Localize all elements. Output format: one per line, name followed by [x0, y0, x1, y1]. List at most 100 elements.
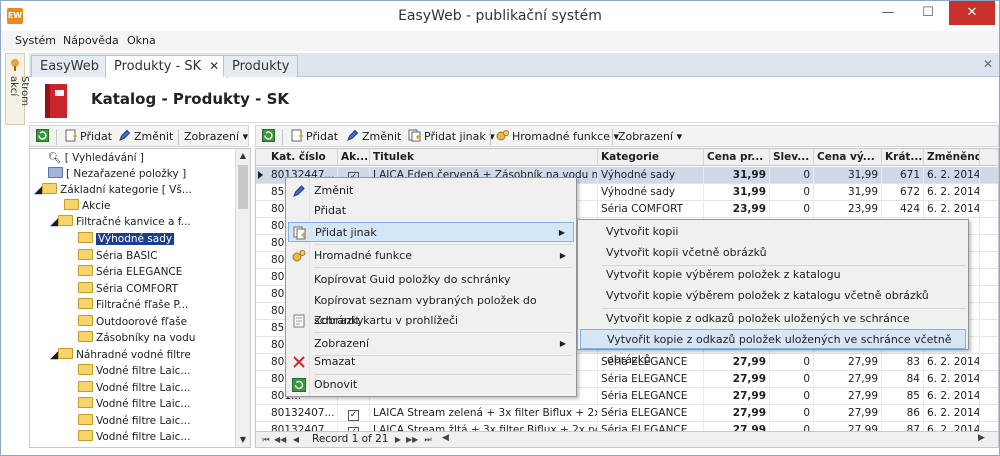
tree-item[interactable]: Séria COMFORT: [78, 281, 178, 297]
menu-item-bulk[interactable]: Hromadné funkce ▶: [288, 246, 574, 266]
last-page-icon[interactable]: ⏭: [422, 434, 434, 446]
scroll-thumb[interactable]: [238, 165, 248, 209]
tree-item[interactable]: Akcie: [64, 198, 110, 214]
table-cell: 27,99: [814, 405, 882, 422]
tab-produkty-sk[interactable]: Produkty - SK ✕: [105, 55, 229, 78]
tree-item[interactable]: Outdoorové fľaše: [78, 314, 187, 330]
tree-item[interactable]: Vodné filtre Laic...: [78, 380, 190, 396]
folder-icon: [78, 282, 93, 293]
close-icon[interactable]: ✕: [949, 1, 995, 25]
tab-produkty[interactable]: Produkty: [223, 55, 299, 77]
menu-item-add[interactable]: Přidat: [288, 201, 574, 221]
column-header[interactable]: Titulek: [370, 149, 598, 166]
tree-item-label: Vodné filtre Laic...: [96, 398, 191, 410]
add-other-submenu: Vytvořit kopii Vytvořit kopii včetně obr…: [577, 219, 969, 366]
submenu-item-label: Vytvořit kopii včetně obrázků: [606, 246, 767, 259]
grid-refresh-button[interactable]: [262, 129, 278, 145]
tree-item[interactable]: Filtračné fľaše P...: [78, 297, 188, 313]
column-header[interactable]: Změněno: [924, 149, 980, 166]
scroll-up-icon[interactable]: ▲: [236, 149, 250, 163]
grid-view-dropdown[interactable]: Zobrazení ▾: [618, 129, 682, 145]
table-row[interactable]: 80132407... ✓ LAICA Stream zelená + 3x fil…: [256, 405, 998, 422]
tree-item-search[interactable]: 🔍︎ [ Vyhledávání ]: [48, 150, 144, 166]
tree-edit-button[interactable]: Změnit: [118, 129, 173, 145]
menu-item-view[interactable]: Zobrazení ▶: [288, 334, 574, 354]
table-cell[interactable]: ✓: [338, 405, 370, 422]
first-page-icon[interactable]: ⏮: [260, 434, 272, 446]
menu-item-edit[interactable]: Změnit: [288, 181, 574, 201]
close-tab-icon[interactable]: ✕: [983, 57, 993, 71]
grid-add-button[interactable]: Přidat: [290, 129, 338, 145]
menu-item-copy-list[interactable]: Kopírovat seznam vybraných položek do sc…: [288, 291, 574, 327]
menu-item-refresh[interactable]: Obnovit: [288, 375, 574, 395]
tree-view-dropdown[interactable]: Zobrazení ▾: [184, 129, 248, 145]
tab-close-icon[interactable]: ✕: [209, 59, 219, 73]
tree-item[interactable]: ◢ Náhradné vodné filtre: [50, 347, 191, 363]
prev-page-icon[interactable]: ◀◀: [274, 434, 286, 446]
add-other-dropdown[interactable]: Přidat jinak ▾: [408, 129, 495, 145]
tree-item-label: [ Vyhledávání ]: [64, 152, 145, 164]
submenu-item-copy-images[interactable]: Vytvořit kopii včetně obrázků: [580, 243, 966, 263]
tree-item[interactable]: Vodné filtre Laic...: [78, 413, 190, 429]
category-tree: 🔍︎ [ Vyhledávání ] [ Nezařazené položky …: [29, 148, 251, 448]
column-header[interactable]: Ak...: [338, 149, 370, 166]
tree-add-button[interactable]: Přidat: [64, 129, 112, 145]
next-record-icon[interactable]: ▶: [392, 434, 404, 446]
tree-item-selected[interactable]: Výhodné sady: [78, 231, 175, 247]
table-cell: 27,99: [704, 354, 770, 371]
next-page-icon[interactable]: ▶▶: [406, 434, 418, 446]
tree-item[interactable]: Séria ELEGANCE: [78, 264, 182, 280]
folder-icon: [78, 414, 93, 425]
column-header[interactable]: Cena pr...: [704, 149, 770, 166]
tree-item[interactable]: Vodné filtre Laic...: [78, 396, 190, 412]
tree-item[interactable]: ◢ Filtračné kanvice a f...: [50, 214, 191, 230]
tree-item[interactable]: Vodné filtre Laic...: [78, 363, 190, 379]
collapse-icon: ◢: [50, 216, 59, 228]
menu-item-add-other[interactable]: Přidat jinak ▶: [288, 222, 574, 242]
refresh-icon: [292, 378, 306, 392]
column-header[interactable]: Cena vý...: [814, 149, 882, 166]
minimize-icon[interactable]: —: [869, 1, 907, 25]
tab-easyweb[interactable]: EasyWeb: [31, 55, 108, 77]
table-cell: 86: [882, 405, 924, 422]
column-header[interactable]: Kategorie: [598, 149, 704, 166]
tree-item[interactable]: Zásobníky na vodu: [78, 330, 195, 346]
scroll-left-icon[interactable]: ◀: [442, 433, 449, 443]
action-tree-panel[interactable]: Strom akcí: [5, 53, 30, 125]
menu-system[interactable]: Systém: [15, 34, 56, 47]
menu-item-delete[interactable]: Smazat: [288, 352, 574, 372]
tree-item[interactable]: Séria BASIC: [78, 248, 158, 264]
folder-icon: [58, 215, 74, 226]
tree-item[interactable]: Vodné filtre Laic...: [78, 429, 190, 445]
tab-label: EasyWeb: [40, 59, 99, 74]
bulk-functions-dropdown[interactable]: Hromadné funkce ▾: [496, 129, 619, 145]
submenu-item-copy[interactable]: Vytvořit kopii: [580, 222, 966, 242]
tree-item-unassigned[interactable]: [ Nezařazené položky ]: [48, 166, 186, 182]
menu-windows[interactable]: Okna: [127, 34, 156, 47]
add-icon: [65, 129, 77, 142]
menu-help[interactable]: Nápověda: [63, 34, 119, 47]
column-header[interactable]: Slev...: [770, 149, 814, 166]
tree-scrollbar[interactable]: ▲ ▼: [235, 149, 250, 447]
active-checkbox[interactable]: ✓: [348, 410, 359, 421]
column-header[interactable]: Kat. číslo: [268, 149, 338, 166]
menu-item-label: Kopírovat Guid položky do schránky: [314, 273, 511, 286]
submenu-item-copy-from-clipboard-images[interactable]: Vytvořit kopie z odkazů položek uloženýc…: [580, 329, 966, 366]
submenu-item-copy-from-catalog-images[interactable]: Vytvořit kopie výběrem položek z katalog…: [580, 286, 966, 306]
tree-item-base[interactable]: ◢ Základní kategorie [ Vš...: [34, 182, 192, 198]
grid-edit-button[interactable]: Změnit: [346, 129, 401, 145]
submenu-item-copy-from-catalog[interactable]: Vytvořit kopie výběrem položek z katalog…: [580, 265, 966, 285]
submenu-item-copy-from-clipboard[interactable]: Vytvořit kopie z odkazů položek uloženýc…: [580, 309, 966, 329]
maximize-icon[interactable]: ☐: [909, 1, 947, 25]
menu-item-copy-guid[interactable]: Kopírovat Guid položky do schránky: [288, 270, 574, 290]
action-tree-label: Strom akcí: [8, 76, 30, 107]
tree-item-label: Filtračné kanvice a f...: [76, 216, 191, 228]
column-header[interactable]: Krát...: [882, 149, 924, 166]
collapse-icon: ◢: [34, 184, 43, 196]
scroll-down-icon[interactable]: ▼: [236, 433, 250, 447]
prev-record-icon[interactable]: ◀: [290, 434, 302, 446]
scroll-right-icon[interactable]: ▶: [978, 433, 985, 443]
refresh-button[interactable]: [36, 129, 52, 145]
submenu-item-label: Vytvořit kopie výběrem položek z katalog…: [606, 289, 929, 302]
menu-item-show-card[interactable]: Zobrazit kartu v prohlížeči: [288, 311, 574, 331]
